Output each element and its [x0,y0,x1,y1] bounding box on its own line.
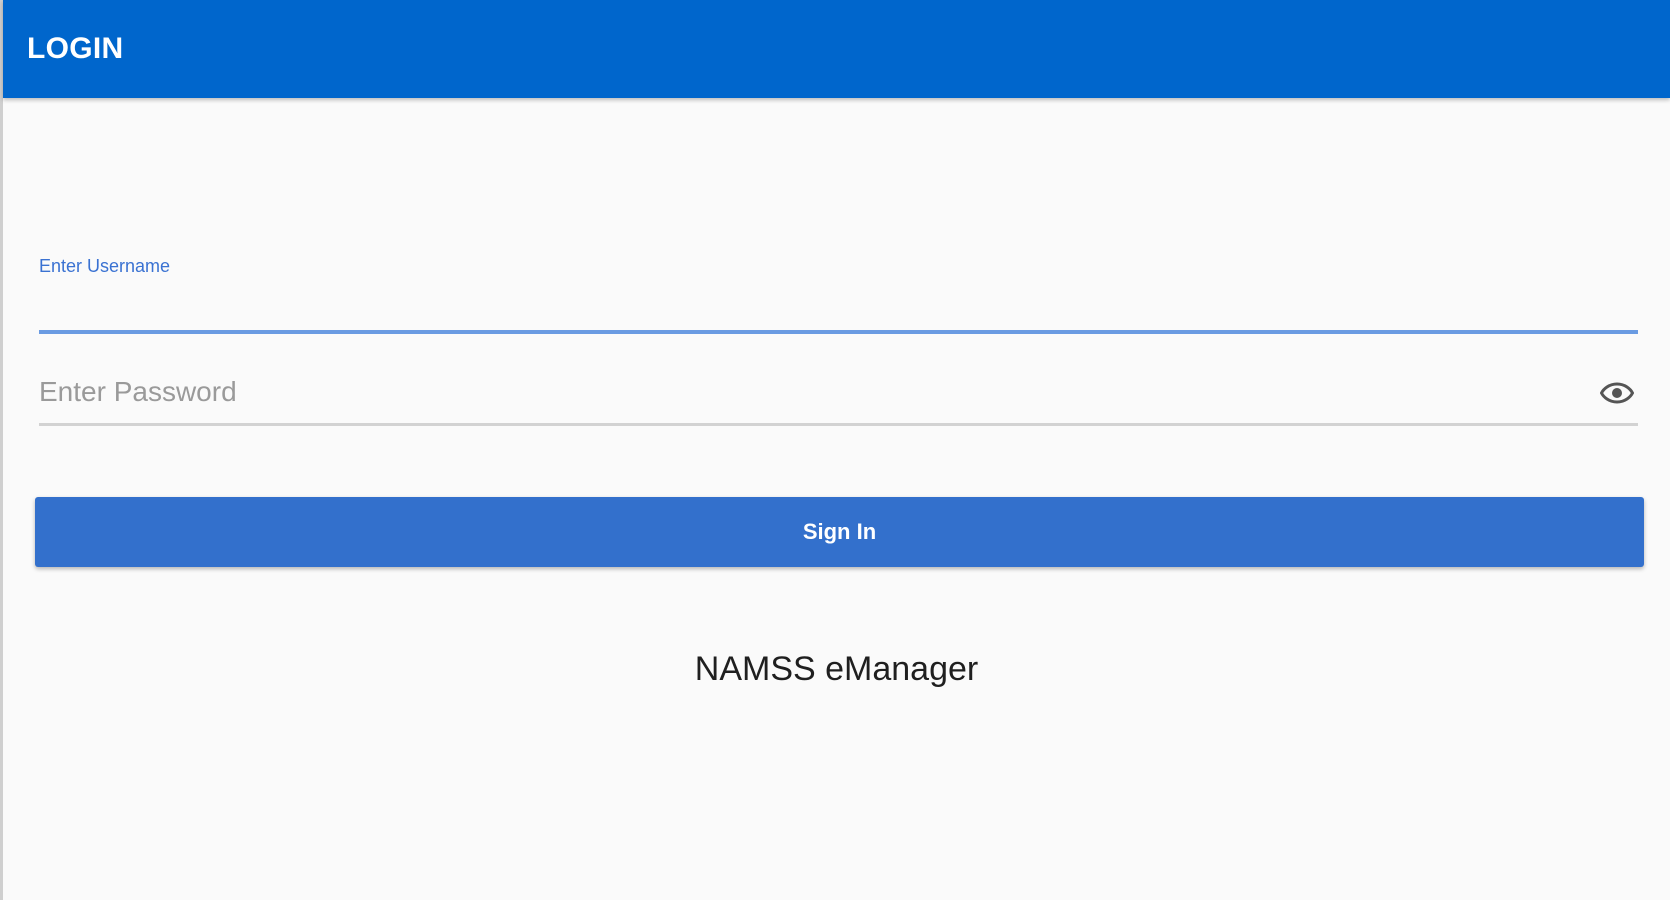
eye-icon [1600,382,1634,404]
username-field: Enter Username [39,250,1638,334]
username-input[interactable] [39,288,1638,328]
page-title: LOGIN [27,32,124,65]
login-screen: LOGIN Enter Username Sign In NAMSS eMana… [0,0,1670,900]
password-input[interactable] [39,372,1559,412]
password-field [39,366,1638,426]
app-name: NAMSS eManager [694,650,979,688]
sign-in-button[interactable]: Sign In [35,497,1644,567]
password-underline [39,423,1638,426]
app-bar: LOGIN [3,0,1670,98]
show-password-button[interactable] [1596,378,1638,408]
username-label: Enter Username [39,256,171,276]
username-underline [39,330,1638,334]
